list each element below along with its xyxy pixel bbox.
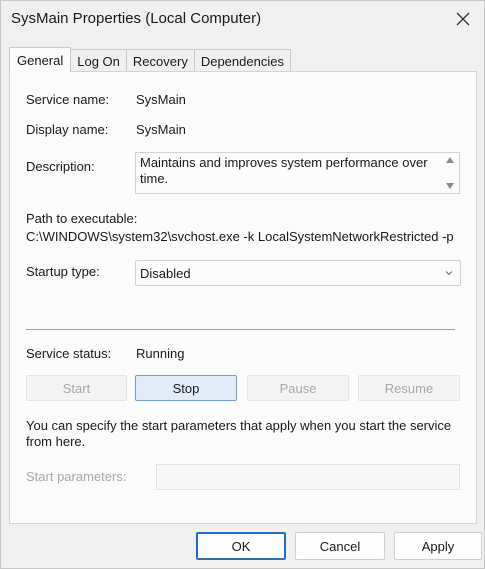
description-label: Description: bbox=[26, 159, 95, 174]
chevron-down-icon bbox=[445, 271, 453, 276]
startup-type-value: Disabled bbox=[140, 265, 191, 281]
tab-log-on[interactable]: Log On bbox=[70, 49, 127, 72]
path-value: C:\WINDOWS\system32\svchost.exe -k Local… bbox=[26, 229, 454, 244]
scroll-down-icon[interactable] bbox=[446, 183, 454, 189]
description-text: Maintains and improves system performanc… bbox=[140, 155, 428, 186]
tab-dependencies[interactable]: Dependencies bbox=[193, 49, 291, 72]
resume-button[interactable]: Resume bbox=[358, 375, 460, 401]
service-status-label: Service status: bbox=[26, 346, 112, 361]
ok-button-label: OK bbox=[231, 538, 251, 554]
window-title: SysMain Properties (Local Computer) bbox=[11, 10, 262, 27]
title-bar: SysMain Properties (Local Computer) bbox=[1, 1, 484, 37]
resume-button-label: Resume bbox=[384, 380, 434, 396]
separator bbox=[26, 329, 455, 330]
service-name-label: Service name: bbox=[26, 92, 110, 107]
display-name-label: Display name: bbox=[26, 122, 109, 137]
startup-type-select[interactable]: Disabled bbox=[135, 260, 461, 286]
apply-button[interactable]: Apply bbox=[394, 532, 482, 560]
close-button[interactable] bbox=[448, 5, 478, 33]
close-icon bbox=[456, 12, 470, 26]
tab-general[interactable]: General bbox=[9, 47, 72, 72]
start-button-label: Start bbox=[62, 380, 91, 396]
start-params-label: Start parameters: bbox=[26, 469, 127, 484]
startup-type-label: Startup type: bbox=[26, 264, 100, 279]
tab-log-on-label: Log On bbox=[77, 53, 120, 69]
start-params-input[interactable] bbox=[156, 464, 460, 490]
general-panel: Service name: SysMain Display name: SysM… bbox=[9, 71, 477, 524]
description-scrollbar[interactable] bbox=[441, 153, 459, 193]
stop-button-label: Stop bbox=[172, 380, 200, 396]
pause-button[interactable]: Pause bbox=[247, 375, 349, 401]
service-status-value: Running bbox=[136, 346, 185, 361]
path-label: Path to executable: bbox=[26, 211, 138, 226]
tab-strip: General Log On Recovery Dependencies bbox=[9, 47, 291, 72]
description-box[interactable]: Maintains and improves system performanc… bbox=[135, 152, 460, 194]
service-name-value: SysMain bbox=[136, 92, 186, 107]
apply-button-label: Apply bbox=[421, 538, 455, 554]
scroll-up-icon[interactable] bbox=[446, 157, 454, 163]
display-name-value: SysMain bbox=[136, 122, 186, 137]
stop-button[interactable]: Stop bbox=[135, 375, 237, 401]
start-params-help: You can specify the start parameters tha… bbox=[26, 418, 452, 449]
tab-recovery-label: Recovery bbox=[132, 53, 188, 69]
tab-dependencies-label: Dependencies bbox=[200, 53, 284, 69]
tab-general-label: General bbox=[17, 52, 64, 68]
start-button[interactable]: Start bbox=[26, 375, 127, 401]
ok-button[interactable]: OK bbox=[196, 532, 286, 560]
cancel-button[interactable]: Cancel bbox=[295, 532, 385, 560]
pause-button-label: Pause bbox=[279, 380, 317, 396]
tab-recovery[interactable]: Recovery bbox=[125, 49, 195, 72]
cancel-button-label: Cancel bbox=[319, 538, 361, 554]
properties-dialog: SysMain Properties (Local Computer) Gene… bbox=[0, 0, 485, 569]
